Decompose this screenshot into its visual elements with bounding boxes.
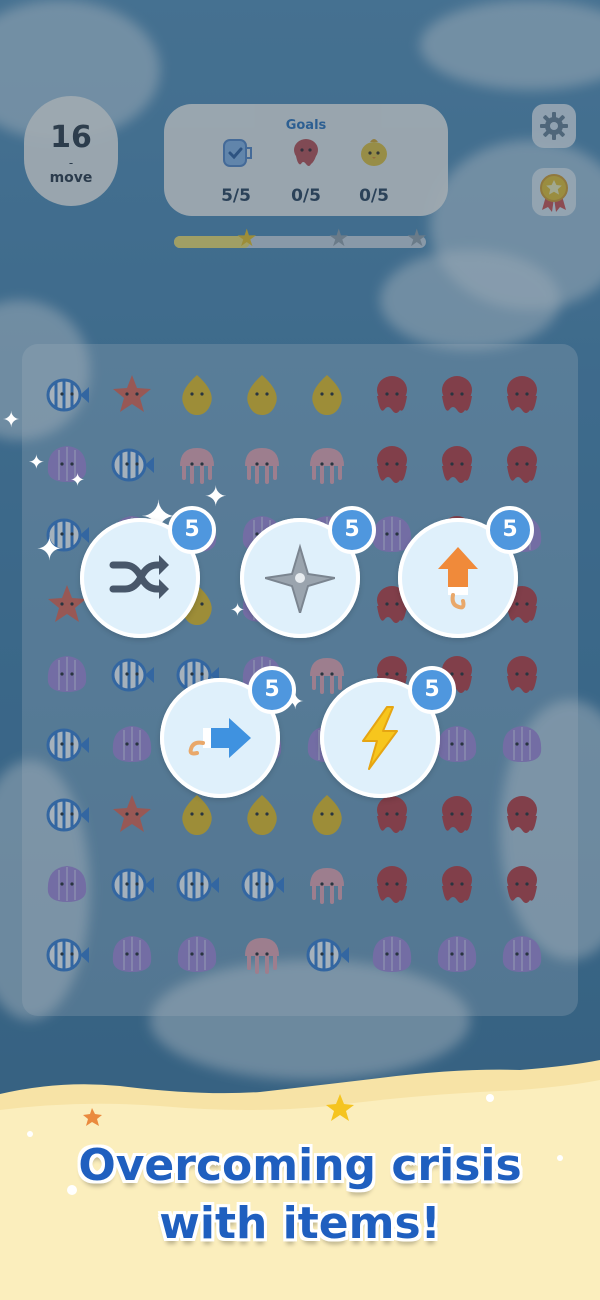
sparkle: ✦ xyxy=(28,450,45,474)
game-scene: 16 - move Goals 5/5 0/5 0/5 ★ ★ ★ ✦ ✦ ✦ … xyxy=(0,0,600,1300)
banner-line-1: Overcoming crisis xyxy=(78,1140,522,1191)
item-count-badge: 5 xyxy=(486,506,534,554)
item-shuriken[interactable]: 5 xyxy=(240,506,376,638)
sparkle: ✦ xyxy=(36,530,63,568)
sparkle: ✦ xyxy=(230,600,246,621)
sparkle: ✦ xyxy=(70,470,86,491)
sparkle: ✦ xyxy=(204,480,228,513)
item-count-badge: 5 xyxy=(168,506,216,554)
item-lightning[interactable]: 5 xyxy=(320,666,456,798)
rocket-icon xyxy=(438,547,478,610)
sparkle: ✦ xyxy=(2,408,21,433)
item-count-badge: 5 xyxy=(408,666,456,714)
shuriken-icon xyxy=(265,543,335,613)
banner-line-2: with items! xyxy=(159,1198,441,1249)
item-count-badge: 5 xyxy=(328,506,376,554)
rocket-right-icon xyxy=(188,718,251,758)
lightning-icon xyxy=(362,706,398,770)
item-rocket[interactable]: 5 xyxy=(398,506,534,638)
item-shuffle[interactable]: 5 xyxy=(80,506,216,638)
item-count-badge: 5 xyxy=(248,666,296,714)
shuffle-icon xyxy=(109,555,169,599)
item-horizontal-rocket[interactable]: 5 xyxy=(160,666,296,798)
